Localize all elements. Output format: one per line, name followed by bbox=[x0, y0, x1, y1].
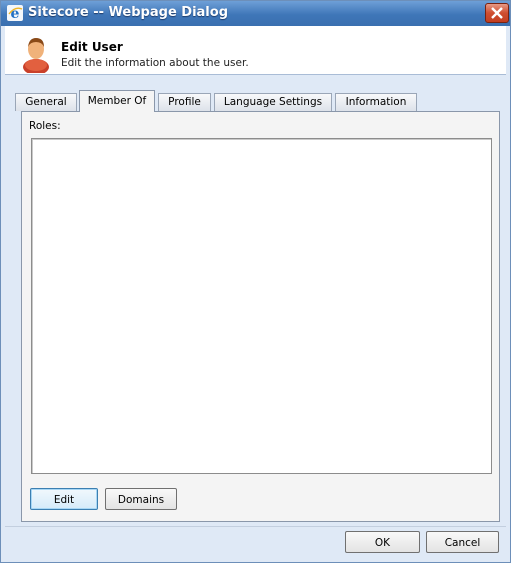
member-of-panel: Roles: Edit Domains bbox=[21, 111, 500, 522]
internet-explorer-icon: e bbox=[7, 5, 23, 21]
domains-button[interactable]: Domains bbox=[105, 488, 177, 510]
dialog-footer: OK Cancel bbox=[1, 526, 510, 562]
dialog-title: Edit User bbox=[61, 40, 123, 54]
ok-button[interactable]: OK bbox=[345, 531, 420, 553]
user-icon bbox=[23, 38, 49, 73]
roles-label: Roles: bbox=[29, 120, 61, 132]
edit-button[interactable]: Edit bbox=[30, 488, 98, 510]
cancel-button[interactable]: Cancel bbox=[426, 531, 499, 553]
tab-general[interactable]: General bbox=[15, 93, 77, 111]
tab-information[interactable]: Information bbox=[335, 93, 417, 111]
close-button[interactable] bbox=[485, 3, 509, 23]
dialog-subtitle: Edit the information about the user. bbox=[61, 57, 249, 69]
tab-profile[interactable]: Profile bbox=[158, 93, 211, 111]
roles-list[interactable] bbox=[31, 138, 492, 474]
footer-divider bbox=[5, 526, 506, 527]
tab-member-of[interactable]: Member Of bbox=[79, 90, 155, 112]
window-title: Sitecore -- Webpage Dialog bbox=[28, 5, 228, 20]
dialog-header: Edit User Edit the information about the… bbox=[5, 26, 506, 74]
tab-language-settings[interactable]: Language Settings bbox=[214, 93, 332, 111]
close-icon bbox=[491, 7, 503, 19]
dialog-window: e Sitecore -- Webpage Dialog Edit User E… bbox=[0, 0, 511, 563]
title-bar[interactable]: e Sitecore -- Webpage Dialog bbox=[1, 1, 510, 26]
